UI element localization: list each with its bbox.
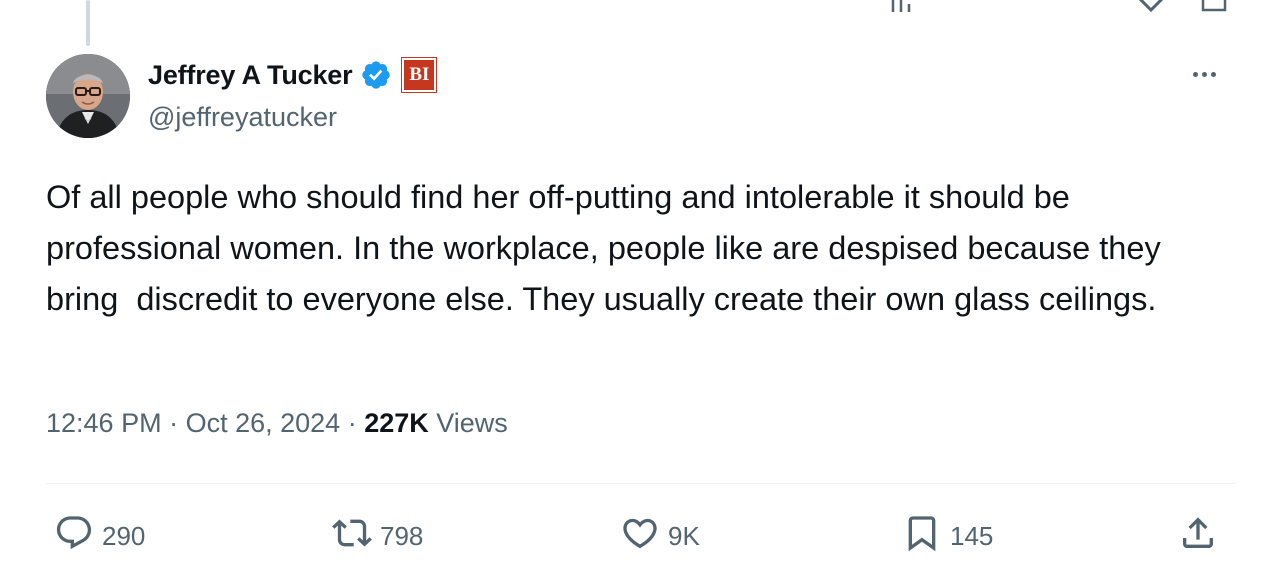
avatar[interactable] [46, 54, 130, 138]
divider [46, 483, 1236, 484]
retweet-count: 798 [380, 520, 424, 551]
retweet-button[interactable]: 798 [332, 508, 423, 564]
share-icon [1178, 513, 1218, 560]
bookmark-button[interactable]: 145 [902, 508, 993, 564]
thread-connector-line [86, 0, 90, 46]
reply-button[interactable]: 290 [54, 508, 145, 564]
user-handle[interactable]: @jeffreyatucker [148, 102, 337, 133]
tweet-text: Of all people who should find her off-pu… [46, 179, 1170, 317]
tweet-header: Jeffrey A Tucker BI @jeffreyatucker [46, 54, 1236, 144]
reply-count: 290 [102, 520, 146, 551]
meta-separator: · [340, 408, 365, 438]
like-button[interactable]: 9K [620, 508, 700, 564]
views-count: 227K [364, 408, 429, 438]
meta-separator: · [161, 408, 186, 438]
heart-icon [620, 513, 660, 560]
more-options-icon[interactable] [1186, 64, 1222, 84]
action-bar: 290 798 9K 145 [46, 508, 1236, 564]
retweet-icon [332, 513, 372, 560]
name-row: Jeffrey A Tucker BI [148, 57, 438, 93]
tweet-time[interactable]: 12:46 PM [46, 408, 162, 438]
bookmark-icon [902, 513, 942, 560]
previous-tweet-views-icon [890, 0, 912, 19]
views-label: Views [428, 408, 508, 438]
share-button[interactable] [1178, 508, 1218, 564]
bookmark-count: 145 [950, 520, 994, 551]
affiliation-badge[interactable]: BI [401, 57, 438, 93]
verified-badge-icon[interactable] [360, 59, 392, 91]
previous-tweet-share-icon[interactable] [1200, 0, 1228, 19]
reply-icon [54, 513, 94, 560]
like-count: 9K [668, 520, 700, 551]
tweet-date[interactable]: Oct 26, 2024 [186, 408, 341, 438]
previous-tweet-bookmark-icon[interactable] [1134, 0, 1168, 19]
display-name[interactable]: Jeffrey A Tucker [148, 60, 353, 91]
tweet-meta: 12:46 PM · Oct 26, 2024 · 227K Views [46, 408, 508, 439]
